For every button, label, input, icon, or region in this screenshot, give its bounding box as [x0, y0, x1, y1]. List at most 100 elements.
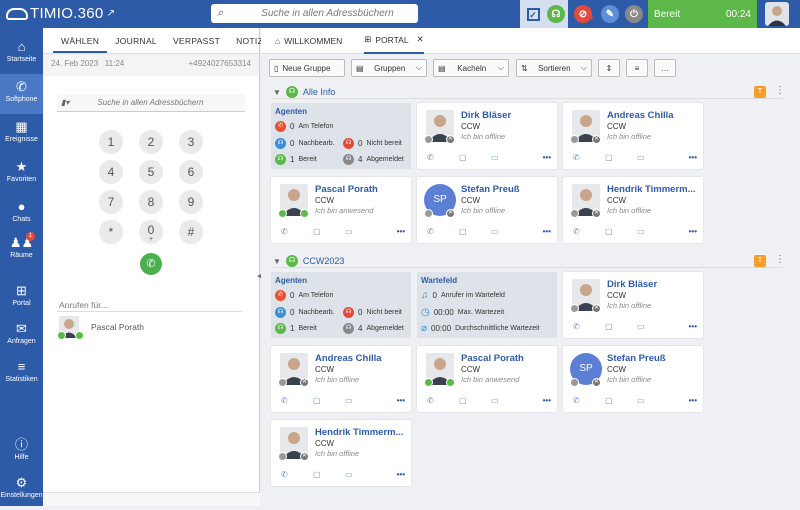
dial-key-6[interactable]: 6 [179, 160, 203, 184]
dial-key-5[interactable]: 5 [139, 160, 163, 184]
tab-waehlen[interactable]: WÄHLEN [53, 28, 108, 53]
contact-card[interactable]: ✕ Andreas Chilla CCW Ich bin offline ✆ ▢ ▭… [563, 103, 703, 169]
tab-journal[interactable]: JOURNAL [107, 28, 165, 53]
groups-select[interactable]: ▤ Gruppen ⌵ [351, 59, 427, 77]
phone-icon[interactable]: ✆ [573, 153, 580, 162]
video-icon[interactable]: ▭ [345, 470, 353, 479]
tiles-select[interactable]: ▤ Kacheln ⌵ [433, 59, 509, 77]
more-icon[interactable]: ••• [689, 227, 697, 236]
contact-card[interactable]: ✕ Hendrik Timmerm... CCW Ich bin offline… [271, 420, 411, 486]
tab-verpasst[interactable]: VERPASST [165, 28, 228, 53]
chat-icon[interactable]: ▢ [459, 153, 467, 162]
chat-icon[interactable]: ▢ [313, 396, 321, 405]
video-icon[interactable]: ▭ [491, 153, 499, 162]
contact-card[interactable]: SP ✕ Stefan Preuß CCW Ich bin offline ✆ ▢… [417, 177, 557, 243]
nav-item-chats[interactable]: ● Chats [0, 194, 43, 234]
nav-item-einstellungen[interactable]: ⚙ Einstellungen [0, 470, 43, 510]
status-display[interactable]: Bereit 00:24 [648, 0, 757, 28]
addressbook-dropdown-icon[interactable]: ▮▾ [61, 98, 69, 107]
phone-icon[interactable]: ✆ [427, 396, 434, 405]
user-avatar[interactable] [765, 2, 789, 26]
more-icon[interactable]: ••• [543, 227, 551, 236]
more-icon[interactable]: ••• [689, 322, 697, 331]
phone-icon[interactable]: ✆ [427, 153, 434, 162]
call-button[interactable]: ✆ [140, 253, 162, 275]
contact-card[interactable]: ✕ Andreas Chilla CCW Ich bin offline ✆ ▢ ▭… [271, 346, 411, 412]
dial-key-7[interactable]: 7 [99, 190, 123, 214]
phone-icon[interactable]: ✆ [281, 470, 288, 479]
more-icon[interactable]: ••• [689, 396, 697, 405]
more-icon[interactable]: ••• [689, 153, 697, 162]
collapse-button[interactable]: ≡ [626, 59, 648, 77]
video-icon[interactable]: ▭ [491, 227, 499, 236]
dial-key-9[interactable]: 9 [179, 190, 203, 214]
kebab-menu-icon[interactable]: ⋮ [775, 254, 785, 265]
more-icon[interactable]: ••• [543, 396, 551, 405]
more-options-button[interactable]: … [654, 59, 676, 77]
new-group-button[interactable]: ▯ Neue Gruppe [269, 59, 345, 77]
nav-item-statistiken[interactable]: ≡ Statistiken [0, 354, 43, 394]
external-link-icon[interactable]: ↗ [107, 8, 116, 19]
global-search-input[interactable]: ⌕ Suche in allen Adressbüchern [211, 4, 418, 23]
section-header-ccw2023[interactable]: ▼ ☊ CCW2023 [273, 254, 344, 268]
phone-icon[interactable]: ✆ [573, 396, 580, 405]
contact-card[interactable]: ✕ Dirk Bläser CCW Ich bin offline ✆ ▢ ▭ ••• [417, 103, 557, 169]
video-icon[interactable]: ▭ [637, 153, 645, 162]
addressbook-search-input[interactable]: ▮▾ Suche in allen Adressbüchern [57, 94, 245, 112]
tab-willkommen[interactable]: ⌂ WILLKOMMEN [275, 28, 342, 54]
edit-status-button[interactable]: ✎ [597, 0, 623, 28]
contact-card[interactable]: SP ✕ Stefan Preuß CCW Ich bin offline ✆ ▢… [563, 346, 703, 412]
dial-key-2[interactable]: 2 [139, 130, 163, 154]
kebab-menu-icon[interactable]: ⋮ [775, 85, 785, 96]
phone-icon[interactable]: ✆ [281, 227, 288, 236]
chat-icon[interactable]: ▢ [605, 396, 613, 405]
more-icon[interactable]: ••• [397, 227, 405, 236]
video-icon[interactable]: ▭ [637, 322, 645, 331]
phone-icon[interactable]: ✆ [573, 322, 580, 331]
nav-item-softphone[interactable]: ✆ Softphone [0, 74, 43, 114]
team-badge[interactable]: T [754, 255, 766, 267]
nav-item-portal[interactable]: ⊞ Portal [0, 278, 43, 318]
video-icon[interactable]: ▭ [637, 227, 645, 236]
headset-button[interactable]: ☊ [544, 0, 568, 28]
nav-item-anfragen[interactable]: ✉ Anfragen [0, 316, 43, 356]
tab-portal[interactable]: ⊞ PORTAL ✕ [364, 28, 424, 54]
expand-button[interactable]: ⇕ [598, 59, 620, 77]
chat-icon[interactable]: ▢ [605, 322, 613, 331]
dial-key-4[interactable]: 4 [99, 160, 123, 184]
contact-card[interactable]: ✕ Hendrik Timmerm... CCW Ich bin offline… [563, 177, 703, 243]
close-icon[interactable]: ✕ [417, 34, 424, 45]
video-icon[interactable]: ▭ [345, 396, 353, 405]
sort-select[interactable]: ⇅ Sortieren ⌵ [516, 59, 592, 77]
nav-item-hilfe[interactable]: ⓘ Hilfe [0, 432, 43, 472]
phone-icon[interactable]: ✆ [427, 227, 434, 236]
chat-icon[interactable]: ▢ [459, 396, 467, 405]
contact-card[interactable]: Pascal Porath CCW Ich bin anwesend ✆ ▢ ▭ ••… [271, 177, 411, 243]
more-icon[interactable]: ••• [543, 153, 551, 162]
phone-icon[interactable]: ✆ [573, 227, 580, 236]
chat-icon[interactable]: ▢ [605, 153, 613, 162]
nav-item-startseite[interactable]: ⌂ Startseite [0, 34, 43, 74]
dial-key-star[interactable]: * [99, 220, 123, 244]
chat-icon[interactable]: ▢ [313, 227, 321, 236]
task-check-button[interactable]: ✓ [520, 0, 546, 28]
chat-icon[interactable]: ▢ [605, 227, 613, 236]
nav-item-raeume[interactable]: ♟♟ Räume 1 [0, 230, 43, 270]
call-for-row[interactable]: Pascal Porath [57, 316, 144, 340]
dnd-button[interactable]: ⊘ ▼ [569, 0, 597, 28]
power-button[interactable]: ⏻ [621, 0, 647, 28]
dial-key-3[interactable]: 3 [179, 130, 203, 154]
more-icon[interactable]: ••• [397, 470, 405, 479]
contact-card[interactable]: Pascal Porath CCW Ich bin anwesend ✆ ▢ ▭ ••… [417, 346, 557, 412]
nav-item-favoriten[interactable]: ★ Favoriten [0, 154, 43, 194]
team-badge[interactable]: T [754, 86, 766, 98]
video-icon[interactable]: ▭ [345, 227, 353, 236]
nav-item-ereignisse[interactable]: ▦ Ereignisse [0, 114, 43, 154]
phone-icon[interactable]: ✆ [281, 396, 288, 405]
dial-key-8[interactable]: 8 [139, 190, 163, 214]
chat-icon[interactable]: ▢ [459, 227, 467, 236]
dial-key-1[interactable]: 1 [99, 130, 123, 154]
dial-key-hash[interactable]: # [179, 220, 203, 244]
dial-key-0[interactable]: 0 + [139, 220, 163, 244]
chat-icon[interactable]: ▢ [313, 470, 321, 479]
